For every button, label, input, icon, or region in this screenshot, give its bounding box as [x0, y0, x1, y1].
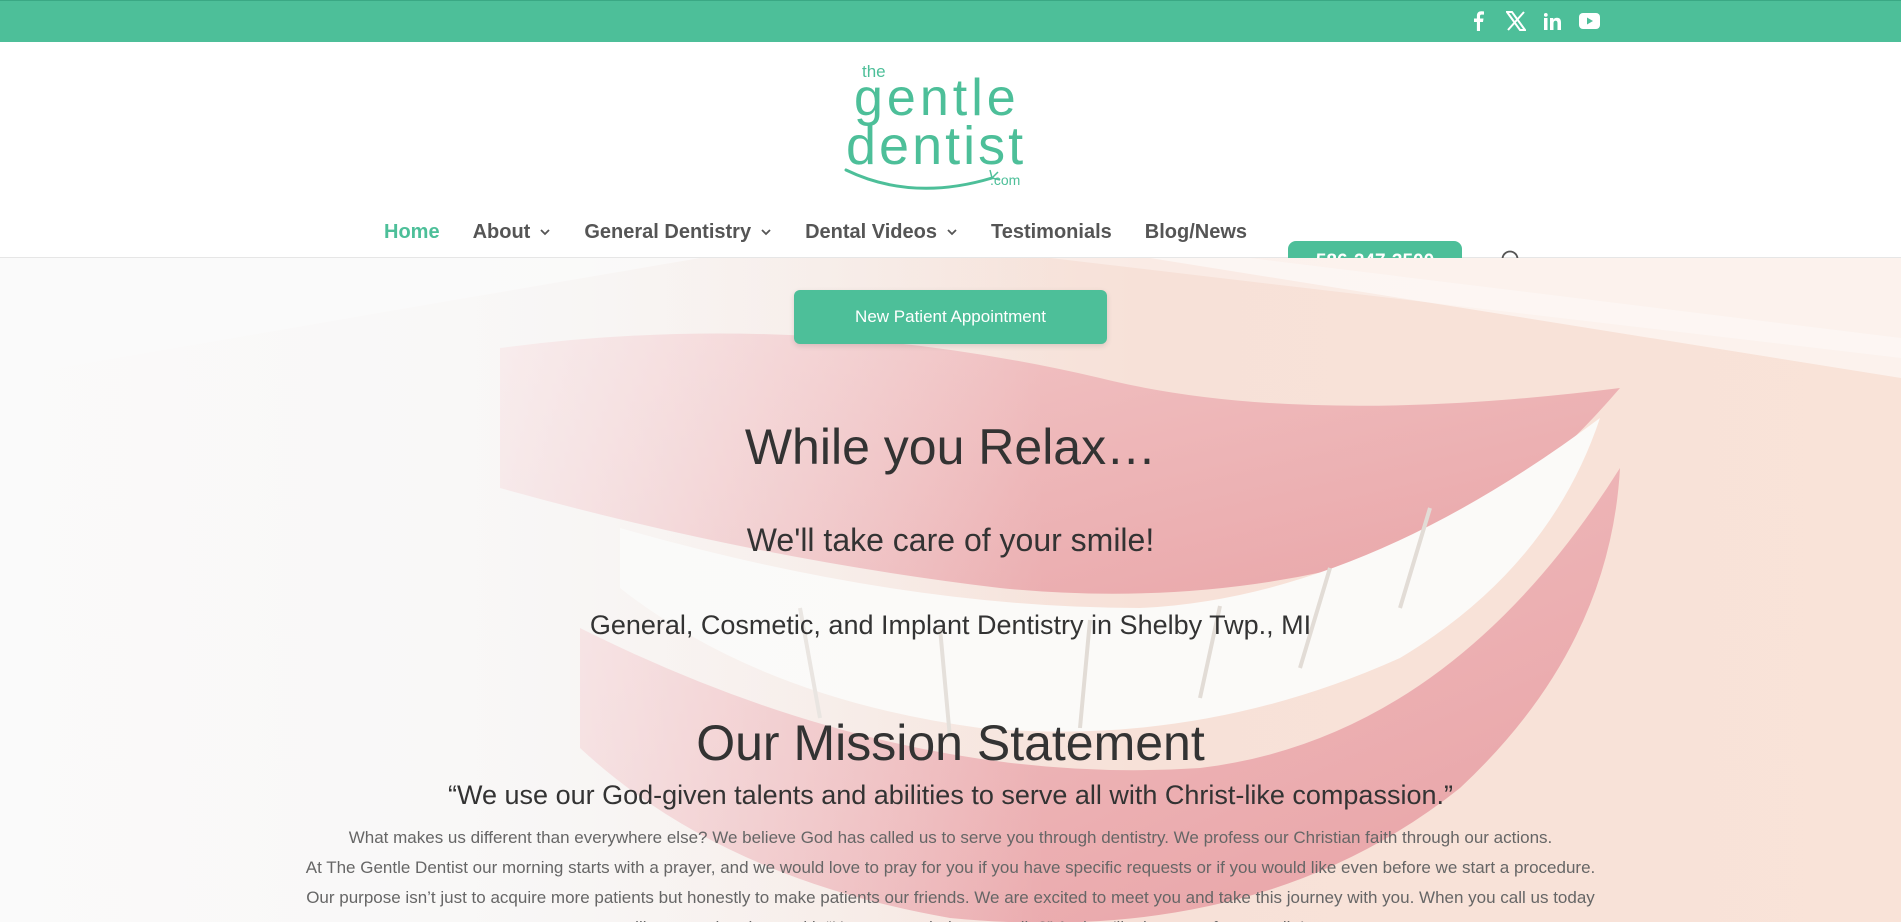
x-twitter-icon[interactable] [1505, 7, 1526, 35]
mission-paragraph-line: Our purpose isn’t just to acquire more p… [306, 888, 1595, 907]
hero-section: New Patient Appointment While you Relax…… [0, 258, 1901, 922]
nav-item-home[interactable]: Home [384, 221, 440, 244]
main-nav: Home About General Dentistry Dental Vide… [384, 208, 1280, 256]
nav-item-general-dentistry[interactable]: General Dentistry [584, 221, 772, 244]
nav-item-label: General Dentistry [584, 220, 752, 243]
nav-item-dental-videos[interactable]: Dental Videos [805, 221, 958, 244]
logo-com: .com [990, 172, 1021, 188]
nav-item-label: Blog/News [1144, 220, 1248, 243]
hero-heading: While you Relax… [744, 419, 1157, 475]
chevron-down-icon [539, 228, 551, 236]
new-patient-appointment-button[interactable]: New Patient Appointment [794, 290, 1107, 344]
nav-item-label: Home [384, 220, 440, 243]
facebook-icon[interactable] [1468, 7, 1489, 35]
mission-title: Our Mission Statement [696, 715, 1205, 771]
site-header: the gentle dentist .com Home About Gener… [0, 42, 1901, 283]
top-bar [0, 0, 1901, 42]
mission-quote: “We use our God-given talents and abilit… [448, 780, 1453, 810]
nav-item-testimonials[interactable]: Testimonials [991, 221, 1112, 244]
nav-item-blog-news[interactable]: Blog/News [1145, 221, 1247, 244]
nav-item-label: Testimonials [990, 220, 1112, 243]
mission-paragraph-line: we will answer the phone with “How can w… [0, 913, 1901, 922]
chevron-down-icon [760, 228, 772, 236]
linkedin-icon[interactable] [1542, 7, 1563, 35]
hero-subheading: We'll take care of your smile! [746, 522, 1155, 558]
nav-item-about[interactable]: About [473, 221, 552, 244]
social-links [1468, 7, 1600, 35]
nav-item-label: Dental Videos [805, 220, 937, 243]
hero-tagline: General, Cosmetic, and Implant Dentistry… [589, 610, 1312, 640]
mission-paragraph-line: At The Gentle Dentist our morning starts… [305, 858, 1596, 877]
youtube-icon[interactable] [1579, 7, 1600, 35]
site-logo[interactable]: the gentle dentist .com [842, 60, 1042, 190]
mission-paragraph-line: What makes us different than everywhere … [348, 828, 1553, 847]
nav-item-label: About [472, 220, 531, 243]
chevron-down-icon [946, 228, 958, 236]
